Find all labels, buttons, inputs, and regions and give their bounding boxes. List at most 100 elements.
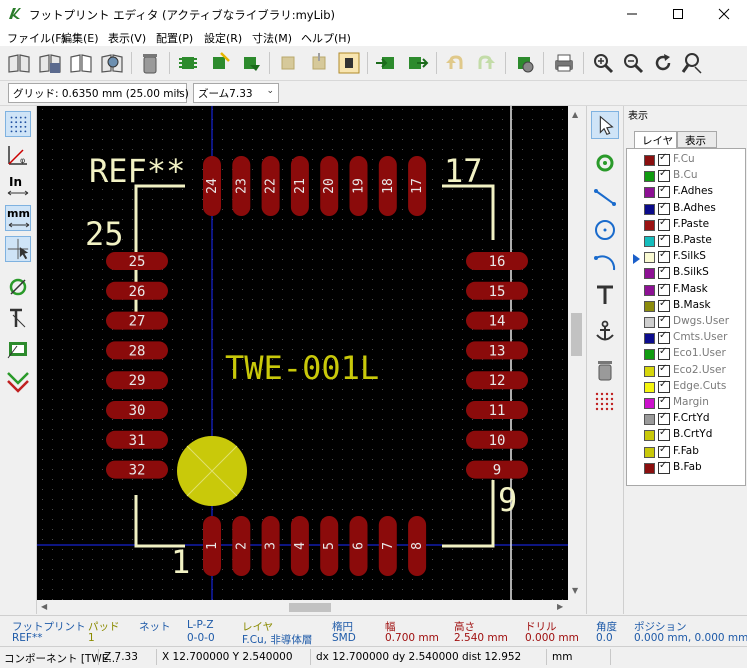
layer-visibility-checkbox[interactable]	[658, 217, 670, 231]
layer-color-swatch[interactable]	[644, 236, 655, 247]
print-icon[interactable]	[552, 51, 576, 75]
add-circle-icon[interactable]	[591, 216, 619, 244]
horizontal-scrollbar[interactable]: ◀ ▶	[37, 600, 568, 615]
layer-row-b-crtyd[interactable]: B.CrtYd	[627, 427, 745, 443]
scroll-left-icon[interactable]: ◀	[41, 602, 47, 611]
layer-row-b-silks[interactable]: B.SilkS	[627, 265, 745, 281]
tab-layers[interactable]: レイヤ	[634, 131, 677, 148]
scroll-down-icon[interactable]: ▼	[572, 586, 578, 595]
layer-visibility-checkbox[interactable]	[658, 379, 670, 393]
save-library-icon[interactable]	[38, 51, 62, 75]
new-library-icon[interactable]	[69, 51, 93, 75]
layer-color-swatch[interactable]	[644, 284, 655, 296]
reference-label[interactable]: REF**	[89, 152, 185, 190]
close-button[interactable]	[701, 0, 747, 27]
delete-footprint-icon[interactable]	[138, 51, 162, 75]
menu-help[interactable]: ヘルプ(H)	[301, 30, 351, 46]
redo-icon[interactable]	[474, 51, 498, 75]
high-contrast-icon[interactable]	[5, 367, 31, 393]
add-pad-icon[interactable]	[591, 149, 619, 177]
layer-row-eco2-user[interactable]: Eco2.User	[627, 363, 745, 379]
vertical-scrollbar[interactable]: ▲ ▼	[568, 106, 585, 600]
layer-visibility-checkbox[interactable]	[658, 298, 670, 312]
layer-row-f-adhes[interactable]: F.Adhes	[627, 184, 745, 200]
footprint-wizard-icon[interactable]	[207, 51, 231, 75]
layer-color-swatch[interactable]	[644, 462, 655, 474]
layer-visibility-checkbox[interactable]	[658, 395, 670, 409]
menu-view[interactable]: 表示(V)	[108, 30, 146, 46]
layer-visibility-checkbox[interactable]	[658, 330, 670, 345]
scroll-right-icon[interactable]: ▶	[557, 602, 563, 611]
browse-library-icon[interactable]	[100, 51, 124, 75]
layer-color-swatch[interactable]	[644, 219, 655, 231]
layer-row-margin[interactable]: Margin	[627, 395, 745, 411]
layer-row-cmts-user[interactable]: Cmts.User	[627, 330, 745, 346]
insert-to-board-icon[interactable]	[307, 51, 331, 75]
layer-visibility-checkbox[interactable]	[658, 460, 670, 474]
layer-color-swatch[interactable]	[644, 349, 655, 361]
layer-color-swatch[interactable]	[644, 155, 655, 166]
layer-row-b-cu[interactable]: B.Cu	[627, 168, 745, 184]
load-from-board-icon[interactable]	[276, 51, 300, 75]
layer-row-b-fab[interactable]: B.Fab	[627, 460, 745, 476]
scroll-up-icon[interactable]: ▲	[572, 110, 578, 119]
grid-toggle-icon[interactable]	[5, 111, 31, 137]
menu-preferences[interactable]: 設定(R)	[204, 30, 242, 46]
full-crosshair-icon[interactable]	[5, 236, 31, 262]
layer-color-swatch[interactable]	[644, 317, 655, 328]
layer-row-f-mask[interactable]: F.Mask	[627, 282, 745, 298]
polar-coords-icon[interactable]: φ	[5, 142, 31, 168]
layer-visibility-checkbox[interactable]	[658, 233, 670, 247]
add-arc-icon[interactable]	[591, 248, 619, 276]
layer-visibility-checkbox[interactable]	[658, 444, 670, 458]
layer-row-b-paste[interactable]: B.Paste	[627, 233, 745, 249]
vertical-scroll-thumb[interactable]	[571, 313, 582, 356]
select-tool-icon[interactable]	[591, 111, 619, 139]
mm-units-button[interactable]: mm	[5, 205, 31, 231]
text-sketch-icon[interactable]	[5, 305, 31, 331]
select-library-icon[interactable]	[7, 51, 31, 75]
layer-color-swatch[interactable]	[644, 414, 655, 426]
zoom-in-icon[interactable]	[591, 51, 615, 75]
menu-place[interactable]: 配置(P)	[156, 30, 193, 46]
update-footprint-icon[interactable]	[337, 51, 361, 75]
layer-visibility-checkbox[interactable]	[658, 168, 670, 183]
layer-row-eco1-user[interactable]: Eco1.User	[627, 346, 745, 362]
layer-visibility-checkbox[interactable]	[658, 346, 670, 361]
add-text-icon[interactable]	[591, 281, 619, 309]
layer-visibility-checkbox[interactable]	[658, 184, 670, 199]
footprint-properties-icon[interactable]	[512, 51, 536, 75]
pad-sketch-icon[interactable]	[5, 274, 31, 300]
layer-visibility-checkbox[interactable]	[658, 282, 670, 296]
layer-row-f-paste[interactable]: F.Paste	[627, 217, 745, 233]
layer-color-swatch[interactable]	[644, 381, 655, 393]
layer-color-swatch[interactable]	[644, 333, 655, 345]
layer-visibility-checkbox[interactable]	[658, 314, 670, 328]
export-footprint-icon[interactable]	[405, 51, 429, 75]
layer-visibility-checkbox[interactable]	[658, 363, 670, 377]
layer-color-swatch[interactable]	[644, 187, 655, 199]
layer-row-f-silks[interactable]: F.SilkS	[627, 249, 745, 265]
layer-color-swatch[interactable]	[644, 446, 655, 458]
layer-color-swatch[interactable]	[644, 252, 655, 264]
layer-row-f-crtyd[interactable]: F.CrtYd	[627, 411, 745, 427]
add-line-icon[interactable]	[591, 184, 619, 212]
layer-row-b-adhes[interactable]: B.Adhes	[627, 201, 745, 217]
layer-color-swatch[interactable]	[644, 171, 655, 183]
layer-visibility-checkbox[interactable]	[658, 265, 670, 280]
minimize-button[interactable]	[609, 0, 655, 27]
layer-visibility-checkbox[interactable]	[658, 201, 670, 215]
menu-file[interactable]: ファイル(F)	[7, 30, 66, 46]
horizontal-scroll-thumb[interactable]	[289, 603, 331, 612]
inch-units-button[interactable]: In	[5, 174, 31, 200]
layer-row-f-fab[interactable]: F.Fab	[627, 444, 745, 460]
layer-row-f-cu[interactable]: F.Cu	[627, 152, 745, 168]
maximize-button[interactable]	[655, 0, 701, 27]
layer-color-swatch[interactable]	[644, 203, 655, 215]
grid-select[interactable]: グリッド: 0.6350 mm (25.00 mils) ⌄	[8, 83, 189, 103]
zoom-fit-icon[interactable]	[680, 51, 704, 75]
layer-visibility-checkbox[interactable]	[658, 427, 670, 442]
delete-tool-icon[interactable]	[591, 356, 619, 384]
footprint-canvas[interactable]: 24 23 22 21 20 19 18 17 12345678 25 26 27 28 29 30 31…	[37, 106, 568, 600]
layer-row-b-mask[interactable]: B.Mask	[627, 298, 745, 314]
